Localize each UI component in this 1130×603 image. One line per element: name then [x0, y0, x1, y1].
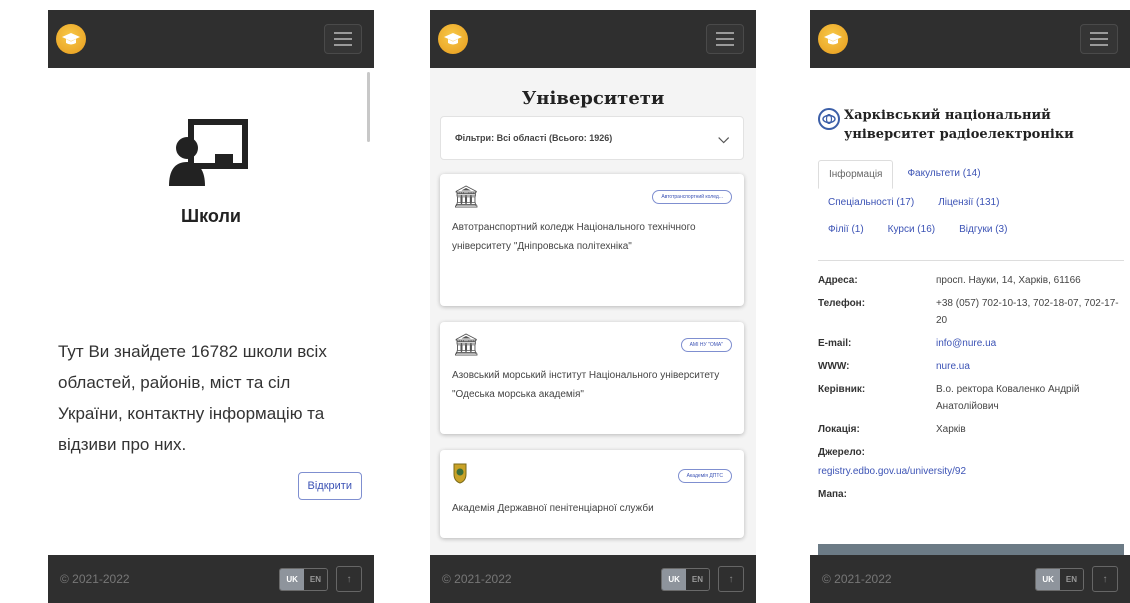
info-value: В.о. ректора Коваленко Андрій Анатолійов… — [936, 384, 1080, 412]
info-key: WWW: — [818, 361, 850, 372]
copyright-text: © 2021-2022 — [822, 572, 892, 586]
source-label: Джерело: — [818, 447, 865, 458]
source-link[interactable]: registry.edbo.gov.ua/university/92 — [818, 463, 1126, 480]
university-header: Харківський національний університет рад… — [818, 106, 1122, 144]
chevron-down-icon: ⌵ — [718, 129, 729, 146]
website-link[interactable]: nure.ua — [936, 358, 970, 375]
page-title: Університети — [521, 88, 665, 109]
university-name: Автотранспортний коледж Національного те… — [452, 222, 696, 252]
footer: © 2021-2022 UK EN ↑ — [430, 555, 756, 603]
university-name: Харківський національний університет рад… — [844, 108, 1074, 142]
phone-screen-schools: Школи Тут Ви знайдете 16782 школи всіх о… — [48, 10, 374, 603]
tab-info[interactable]: Інформація — [818, 160, 894, 189]
hamburger-menu-icon[interactable] — [1080, 24, 1118, 54]
institution-building-icon: 🏛 — [452, 184, 480, 209]
logo-graduation-cap-icon[interactable] — [56, 24, 86, 54]
email-link[interactable]: info@nure.ua — [936, 335, 996, 352]
tab-reviews[interactable]: Відгуки (3) — [949, 216, 1017, 243]
section-title: Школи — [181, 206, 241, 226]
info-key: Адреса: — [818, 275, 858, 286]
short-name-badge: АМІ НУ "ОМА" — [680, 338, 732, 352]
short-name-badge: Автотранспортний колед... — [652, 190, 732, 204]
navbar — [810, 10, 1130, 68]
info-value: +38 (057) 702-10-13, 702-18-07, 702-17-2… — [936, 298, 1119, 326]
info-row-address: Адреса: просп. Науки, 14, Харків, 61166 — [818, 272, 1126, 289]
info-key: Керівник: — [818, 384, 866, 395]
short-name-badge: Академія ДПТС — [677, 468, 732, 483]
language-switcher: UK EN — [279, 567, 328, 591]
navbar — [48, 10, 374, 68]
lang-en-button[interactable]: EN — [685, 568, 709, 590]
hamburger-menu-icon[interactable] — [324, 24, 362, 54]
phone-screen-university-detail: Харківський національний університет рад… — [810, 10, 1130, 603]
university-name: Азовський морський інститут Національног… — [452, 370, 720, 400]
navbar — [430, 10, 756, 68]
info-table: Адреса: просп. Науки, 14, Харків, 61166 … — [818, 272, 1126, 503]
scroll-up-icon[interactable]: ↑ — [718, 566, 744, 592]
map-label: Мапа: — [818, 489, 847, 500]
hamburger-menu-icon[interactable] — [706, 24, 744, 54]
university-card[interactable]: 🏛 АМІ НУ "ОМА" Азовський морський інстит… — [440, 322, 744, 434]
tab-divider — [818, 260, 1124, 261]
info-row-email: E-mail: info@nure.ua — [818, 335, 1126, 352]
logo-graduation-cap-icon[interactable] — [818, 24, 848, 54]
lang-uk-button[interactable]: UK — [1036, 568, 1060, 590]
scrollbar[interactable] — [367, 72, 370, 142]
scroll-up-icon[interactable]: ↑ — [336, 566, 362, 592]
tab-faculties[interactable]: Факультети (14) — [897, 160, 990, 189]
info-row-head: Керівник: В.о. ректора Коваленко Андрій … — [818, 381, 1126, 415]
info-value: просп. Науки, 14, Харків, 61166 — [936, 275, 1081, 286]
coat-of-arms-icon — [452, 462, 468, 489]
scroll-up-icon[interactable]: ↑ — [1092, 566, 1118, 592]
lang-uk-button[interactable]: UK — [280, 568, 304, 590]
info-row-phone: Телефон: +38 (057) 702-10-13, 702-18-07,… — [818, 295, 1126, 329]
info-row-www: WWW: nure.ua — [818, 358, 1126, 375]
language-switcher: UK EN — [661, 567, 710, 591]
university-card[interactable]: 🏛 Автотранспортний колед... Автотранспор… — [440, 174, 744, 306]
footer: © 2021-2022 UK EN ↑ — [810, 555, 1130, 603]
language-switcher: UK EN — [1035, 567, 1084, 591]
tab-branches[interactable]: Філії (1) — [818, 216, 874, 243]
lang-en-button[interactable]: EN — [303, 568, 327, 590]
tab-courses[interactable]: Курси (16) — [878, 216, 945, 243]
footer: © 2021-2022 UK EN ↑ — [48, 555, 374, 603]
phone-screen-universities: Університети Фільтри: Всі області (Всьог… — [430, 10, 756, 603]
copyright-text: © 2021-2022 — [442, 572, 512, 586]
logo-graduation-cap-icon[interactable] — [438, 24, 468, 54]
tab-licenses[interactable]: Ліцензії (131) — [928, 189, 1009, 216]
info-row-location: Локація: Харків — [818, 421, 1126, 438]
info-key: E-mail: — [818, 338, 852, 349]
university-card[interactable]: Академія ДПТС Академія Державної пенітен… — [440, 450, 744, 538]
copyright-text: © 2021-2022 — [60, 572, 130, 586]
info-key: Локація: — [818, 424, 860, 435]
university-name: Академія Державної пенітенціарної служби — [452, 503, 654, 514]
tab-bar: Інформація Факультети (14) Спеціальності… — [818, 160, 1124, 243]
open-button[interactable]: Відкрити — [297, 472, 362, 500]
info-value: Харків — [936, 424, 966, 435]
lang-uk-button[interactable]: UK — [662, 568, 686, 590]
teacher-board-icon — [169, 118, 253, 193]
info-key: Телефон: — [818, 298, 866, 309]
section-description: Тут Ви знайдете 16782 школи всіх областе… — [58, 342, 327, 454]
lang-en-button[interactable]: EN — [1059, 568, 1083, 590]
university-emblem-icon — [818, 108, 840, 130]
institution-building-icon: 🏛 — [452, 332, 480, 357]
filter-dropdown[interactable]: Фільтри: Всі області (Всього: 1926) ⌵ — [440, 116, 744, 160]
filter-label: Фільтри: Всі області (Всього: 1926) — [455, 133, 613, 143]
tab-specialties[interactable]: Спеціальності (17) — [818, 189, 924, 216]
